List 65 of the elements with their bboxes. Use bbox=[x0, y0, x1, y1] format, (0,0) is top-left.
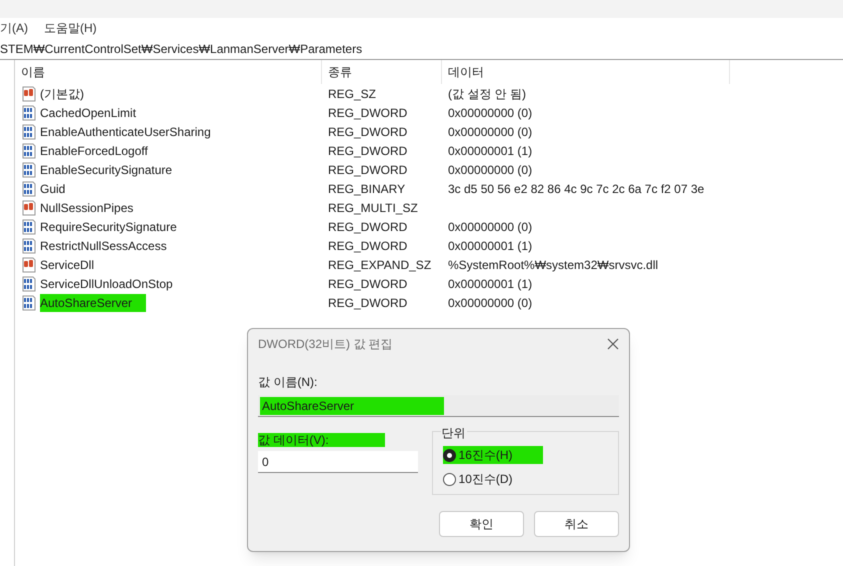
string-value-icon bbox=[21, 86, 37, 102]
binary-value-icon bbox=[21, 124, 37, 140]
value-name[interactable]: AutoShareServer bbox=[40, 294, 146, 312]
radio-label: 10진수(D) bbox=[458, 471, 513, 488]
binary-value-icon bbox=[21, 104, 37, 120]
value-type: REG_DWORD bbox=[328, 220, 408, 234]
value-name[interactable]: RequireSecuritySignature bbox=[40, 218, 177, 236]
value-name[interactable]: ServiceDll bbox=[40, 256, 94, 274]
value-data-label: 값 데이터(V): bbox=[258, 433, 385, 447]
value-type: REG_DWORD bbox=[328, 124, 408, 138]
dialog-button[interactable]: 확인 bbox=[439, 511, 524, 537]
value-name[interactable]: NullSessionPipes bbox=[40, 198, 134, 216]
address-bar[interactable]: STEM₩CurrentControlSet₩Services₩LanmanServer₩Parameters bbox=[0, 40, 362, 58]
value-name-label: 값 이름(N): bbox=[258, 375, 318, 389]
binary-value-icon bbox=[21, 218, 37, 234]
value-data: 0x00000000 (0) bbox=[448, 124, 532, 138]
value-name[interactable]: EnableForcedLogoff bbox=[40, 142, 148, 160]
value-data: 3c d5 50 56 e2 82 86 4c 9c 7c 2c 6a 7c f2 07 3e bbox=[448, 182, 704, 196]
value-type: REG_BINARY bbox=[328, 182, 406, 196]
dialog-button[interactable]: 취소 bbox=[534, 511, 619, 537]
value-data: 0x00000000 (0) bbox=[448, 220, 532, 234]
value-type: REG_DWORD bbox=[328, 162, 408, 176]
value-type: REG_SZ bbox=[328, 86, 376, 100]
value-data: (값 설정 안 됨) bbox=[448, 86, 526, 100]
value-name[interactable]: EnableAuthenticateUserSharing bbox=[40, 122, 211, 140]
string-value-icon bbox=[21, 256, 37, 272]
value-data-field[interactable]: 0 bbox=[258, 451, 418, 473]
radio-label: 16진수(H) bbox=[458, 447, 513, 464]
value-name-field[interactable]: AutoShareServer bbox=[258, 395, 619, 417]
value-data: 0x00000000 (0) bbox=[448, 162, 532, 176]
value-type: REG_DWORD bbox=[328, 144, 408, 158]
value-data: 0x00000001 (1) bbox=[448, 276, 532, 290]
menu-item[interactable]: 도움말(H) bbox=[44, 19, 97, 37]
column-header[interactable]: 종류 bbox=[322, 60, 442, 84]
binary-value-icon bbox=[21, 276, 37, 292]
value-data: 0x00000000 (0) bbox=[448, 296, 532, 310]
dialog-title: DWORD(32비트) 값 편집 bbox=[258, 336, 393, 353]
binary-value-icon bbox=[21, 142, 37, 158]
value-name[interactable]: ServiceDllUnloadOnStop bbox=[40, 274, 173, 292]
close-icon[interactable] bbox=[607, 338, 619, 350]
value-name[interactable]: (기본값) bbox=[40, 84, 84, 102]
value-data: 0x00000001 (1) bbox=[448, 144, 532, 158]
menu-item[interactable]: 기(A) bbox=[0, 19, 28, 37]
value-data: 0x00000000 (0) bbox=[448, 106, 532, 120]
binary-value-icon bbox=[21, 294, 37, 310]
binary-value-icon bbox=[21, 238, 37, 254]
value-name[interactable]: CachedOpenLimit bbox=[40, 104, 136, 122]
value-data: %SystemRoot%₩system32₩srvsvc.dll bbox=[448, 258, 658, 272]
binary-value-icon bbox=[21, 180, 37, 196]
binary-value-icon bbox=[21, 162, 37, 178]
value-name[interactable]: Guid bbox=[40, 180, 66, 198]
value-type: REG_DWORD bbox=[328, 276, 408, 290]
radio-button[interactable] bbox=[442, 472, 456, 486]
column-header[interactable]: 이름 bbox=[15, 60, 322, 84]
string-value-icon bbox=[21, 200, 37, 216]
value-type: REG_MULTI_SZ bbox=[328, 200, 418, 214]
value-type: REG_DWORD bbox=[328, 106, 408, 120]
radio-button[interactable] bbox=[442, 448, 456, 462]
value-name[interactable]: EnableSecuritySignature bbox=[40, 160, 172, 178]
value-name[interactable]: RestrictNullSessAccess bbox=[40, 236, 167, 254]
value-type: REG_DWORD bbox=[328, 296, 408, 310]
value-type: REG_DWORD bbox=[328, 238, 408, 252]
value-type: REG_EXPAND_SZ bbox=[328, 258, 432, 272]
value-data: 0x00000001 (1) bbox=[448, 238, 532, 252]
column-header[interactable]: 데이터 bbox=[442, 60, 730, 84]
